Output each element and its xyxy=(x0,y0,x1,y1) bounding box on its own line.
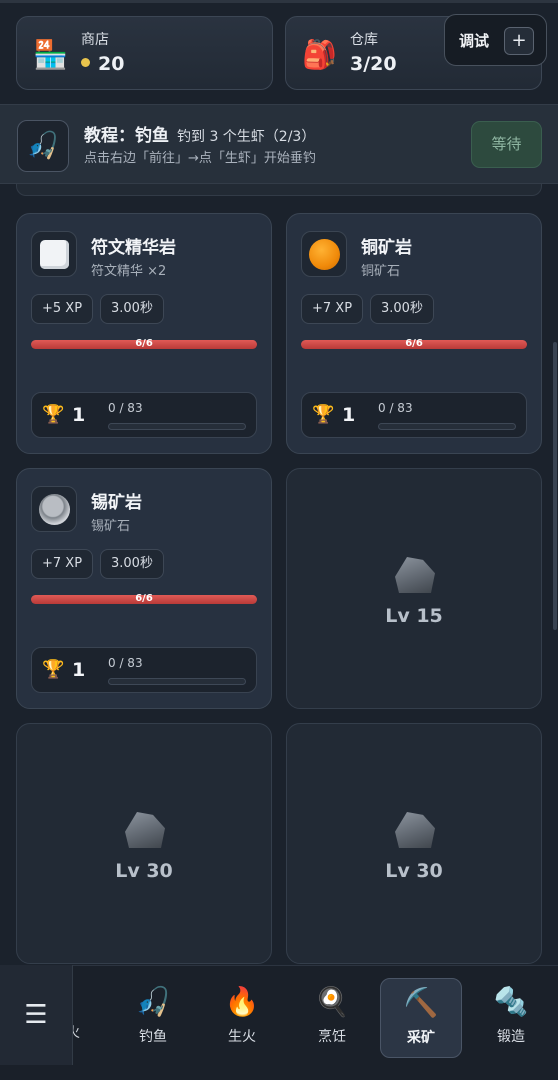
coin-icon xyxy=(81,58,90,67)
nav-label: 生火 xyxy=(228,1029,256,1045)
frying-pan-icon: 🍳 xyxy=(314,985,350,1018)
health-text: 6/6 xyxy=(135,593,153,604)
mastery-progress-text: 0 / 83 xyxy=(378,401,413,415)
mastery-progress-bar xyxy=(108,678,246,685)
nav-label: 锻造 xyxy=(497,1029,525,1045)
nav-item-smithing[interactable]: 🔩 锻造 xyxy=(470,978,552,1058)
mastery-level: 1 xyxy=(72,659,86,681)
locked-ore-card: Lv 30 xyxy=(16,723,272,964)
mastery-panel: 🏆 1 0 / 83 xyxy=(31,647,257,693)
fishing-rod-icon: 🎣 xyxy=(17,120,69,172)
collapsed-panel-edge xyxy=(16,184,542,196)
required-level: Lv 15 xyxy=(385,605,443,627)
ore-card-copper[interactable]: 铜矿岩 铜矿石 +7 XP 3.00秒 6/6 🏆 1 0 / 83 xyxy=(286,213,542,454)
debug-label: 调试 xyxy=(459,32,490,50)
locked-ore-card: Lv 15 xyxy=(286,468,542,709)
rock-icon xyxy=(395,812,435,848)
nav-item-fishing[interactable]: 🎣 钓鱼 xyxy=(112,978,194,1058)
required-level: Lv 30 xyxy=(115,860,173,882)
rock-icon xyxy=(125,812,165,848)
health-bar: 6/6 xyxy=(31,593,257,604)
mastery-panel: 🏆 1 0 / 83 xyxy=(301,392,527,438)
scrollbar[interactable] xyxy=(553,342,557,630)
warehouse-capacity: 3/20 xyxy=(350,53,397,75)
store-icon: 🏪 xyxy=(33,38,68,71)
xp-badge: +7 XP xyxy=(301,294,364,324)
debug-panel[interactable]: 调试 + xyxy=(444,14,547,66)
backpack-icon: 🎒 xyxy=(302,38,337,71)
tutorial-description: 点击右边「前往」→点「生虾」开始垂钓 xyxy=(84,151,316,166)
xp-badge: +5 XP xyxy=(31,294,94,324)
mastery-level: 1 xyxy=(342,404,356,426)
menu-button[interactable]: ☰ xyxy=(0,965,73,1065)
nav-label: 烹饪 xyxy=(318,1029,346,1045)
ore-card-rune-essence[interactable]: 符文精华岩 符文精华 ×2 +5 XP 3.00秒 6/6 🏆 1 0 / 83 xyxy=(16,213,272,454)
health-bar: 6/6 xyxy=(301,338,527,349)
trophy-icon: 🏆 xyxy=(312,404,335,425)
ore-yield: 符文精华 ×2 xyxy=(91,264,167,279)
fire-icon: 🔥 xyxy=(224,985,260,1018)
anvil-icon: 🔩 xyxy=(493,985,529,1018)
ore-card-tin[interactable]: 锡矿岩 锡矿石 +7 XP 3.00秒 6/6 🏆 1 0 / 83 xyxy=(16,468,272,709)
health-text: 6/6 xyxy=(135,338,153,349)
ore-name: 锡矿岩 xyxy=(91,493,142,513)
health-bar: 6/6 xyxy=(31,338,257,349)
required-level: Lv 30 xyxy=(385,860,443,882)
nav-item-mining[interactable]: ⛏️ 采矿 xyxy=(380,978,462,1058)
tutorial-title: 教程：钓鱼 钓到 3 个生虾（2/3） xyxy=(84,126,316,146)
xp-badge: +7 XP xyxy=(31,549,94,579)
debug-add-button[interactable]: + xyxy=(504,27,534,55)
wait-button[interactable]: 等待 xyxy=(471,121,542,168)
trophy-icon: 🏆 xyxy=(42,404,65,425)
locked-ore-card: Lv 30 xyxy=(286,723,542,964)
tutorial-goal: 钓到 3 个生虾（2/3） xyxy=(177,129,316,145)
tin-ore-icon xyxy=(31,486,77,532)
health-text: 6/6 xyxy=(405,338,423,349)
shop-label: 商店 xyxy=(81,32,109,48)
rune-essence-icon xyxy=(31,231,77,277)
mastery-progress-bar xyxy=(108,423,246,430)
rock-icon xyxy=(395,557,435,593)
top-divider xyxy=(0,0,558,3)
copper-ore-icon xyxy=(301,231,347,277)
nav-item-cooking[interactable]: 🍳 烹饪 xyxy=(291,978,373,1058)
nav-item-firemaking[interactable]: 🔥 生火 xyxy=(201,978,283,1058)
nav-label: 钓鱼 xyxy=(139,1029,167,1045)
mastery-level: 1 xyxy=(72,404,86,426)
time-badge: 3.00秒 xyxy=(370,294,434,324)
mastery-progress-bar xyxy=(378,423,516,430)
mastery-progress-text: 0 / 83 xyxy=(108,656,143,670)
ore-name: 铜矿岩 xyxy=(361,238,412,258)
tutorial-banner: 🎣 教程：钓鱼 钓到 3 个生虾（2/3） 点击右边「前往」→点「生虾」开始垂钓 … xyxy=(0,104,558,184)
pickaxe-icon: ⛏️ xyxy=(403,986,439,1019)
mastery-panel: 🏆 1 0 / 83 xyxy=(31,392,257,438)
ore-yield: 锡矿石 xyxy=(91,519,131,534)
warehouse-label: 仓库 xyxy=(350,32,378,48)
coin-count: 20 xyxy=(81,53,124,75)
ore-yield: 铜矿石 xyxy=(361,264,401,279)
ore-name: 符文精华岩 xyxy=(91,238,176,258)
shop-card[interactable]: 🏪 商店 20 xyxy=(16,16,273,90)
nav-label: 采矿 xyxy=(407,1030,435,1046)
fishing-rod-icon: 🎣 xyxy=(135,985,171,1018)
time-badge: 3.00秒 xyxy=(100,294,164,324)
trophy-icon: 🏆 xyxy=(42,659,65,680)
mastery-progress-text: 0 / 83 xyxy=(108,401,143,415)
time-badge: 3.00秒 xyxy=(100,549,164,579)
